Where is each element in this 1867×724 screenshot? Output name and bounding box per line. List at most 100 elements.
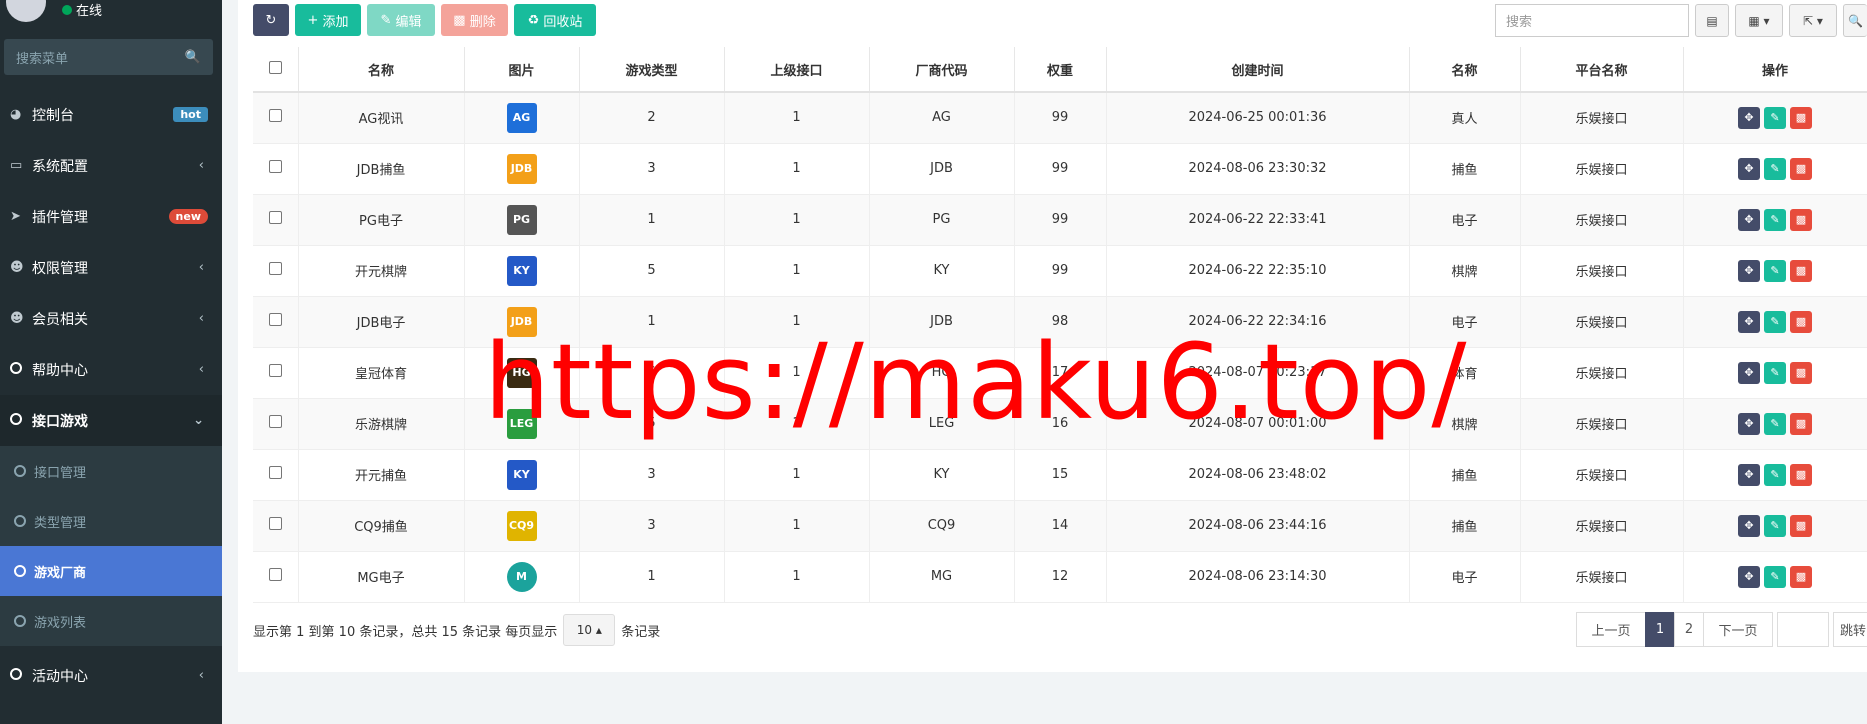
table-row[interactable]: 开元捕鱼 KY 3 1 KY 15 2024-08-06 23:48:02 捕鱼 乐娱接口 ✥ ✎ ▩ [253,449,1867,501]
sidebar-subitem-game-list[interactable]: 游戏列表 [0,596,222,646]
edit-icon[interactable]: ✎ [1764,565,1786,588]
trash-icon[interactable]: ▩ [1790,514,1812,537]
toggle-view-button[interactable]: ▤ [1695,4,1729,37]
trash-icon[interactable]: ▩ [1790,259,1812,282]
edit-icon[interactable]: ✎ [1764,106,1786,129]
add-button[interactable]: + 添加 [295,4,361,36]
trash-icon[interactable]: ▩ [1790,310,1812,333]
row-checkbox[interactable] [268,466,282,479]
edit-icon[interactable]: ✎ [1764,259,1786,282]
trash-icon[interactable]: ▩ [1790,208,1812,231]
prev-page-button[interactable]: 上一页 [1576,612,1646,647]
column-header[interactable]: 游戏类型 [579,47,725,93]
page-jump-input[interactable] [1777,612,1829,647]
move-icon[interactable]: ✥ [1738,310,1760,333]
page-2-button[interactable]: 2 [1674,612,1704,647]
page-jump-button[interactable]: 跳转 [1833,612,1867,647]
sidebar-item-help[interactable]: 帮助中心 ‹ [0,344,222,395]
column-header[interactable]: 创建时间 [1106,47,1410,93]
row-checkbox[interactable] [268,568,282,581]
column-header[interactable]: 名称 [298,47,465,93]
table-row[interactable]: MG电子 M 1 1 MG 12 2024-08-06 23:14:30 电子 乐娱接口 ✥ ✎ ▩ [253,551,1867,603]
vendor-name-cell: 开元棋牌 [298,245,465,297]
sidebar-item-plugins[interactable]: ➤ 插件管理 new [0,191,222,242]
trash-icon[interactable]: ▩ [1790,106,1812,129]
edit-button[interactable]: ✎ 编辑 [367,4,435,36]
trash-icon[interactable]: ▩ [1790,412,1812,435]
vendor-code-cell: CQ9 [869,500,1015,552]
trash-icon: ▩ [453,12,466,28]
edit-icon[interactable]: ✎ [1764,157,1786,180]
move-icon[interactable]: ✥ [1738,157,1760,180]
trash-icon[interactable]: ▩ [1790,565,1812,588]
sidebar-item-api-games[interactable]: 接口游戏 ⌄ [0,395,222,446]
row-checkbox[interactable] [268,262,282,275]
table-row[interactable]: PG电子 PG 1 1 PG 99 2024-06-22 22:33:41 电子 乐娱接口 ✥ ✎ ▩ [253,194,1867,246]
edit-icon[interactable]: ✎ [1764,514,1786,537]
vendor-code-cell: KY [869,245,1015,297]
move-icon[interactable]: ✥ [1738,208,1760,231]
move-icon[interactable]: ✥ [1738,361,1760,384]
sidebar-item-members[interactable]: ☻ 会员相关 ‹ [0,293,222,344]
actions-cell: ✥ ✎ ▩ [1683,245,1867,297]
edit-icon[interactable]: ✎ [1764,463,1786,486]
edit-icon[interactable]: ✎ [1764,361,1786,384]
row-checkbox[interactable] [268,415,282,428]
edit-icon[interactable]: ✎ [1764,208,1786,231]
sidebar-item-permissions[interactable]: ☻ 权限管理 ‹ [0,242,222,293]
page-1-button[interactable]: 1 [1645,612,1675,647]
row-checkbox-cell [253,398,299,450]
refresh-button[interactable]: ↻ [253,4,289,36]
circle-icon [10,361,32,378]
row-checkbox[interactable] [268,313,282,326]
sidebar-search-input[interactable]: 搜索菜单 🔍 [4,39,213,75]
sidebar-subitem-vendors[interactable]: 游戏厂商 [0,546,222,596]
columns-button[interactable]: ▦ ▾ [1735,4,1783,37]
edit-icon[interactable]: ✎ [1764,310,1786,333]
table-row[interactable]: CQ9捕鱼 CQ9 3 1 CQ9 14 2024-08-06 23:44:16 捕鱼 乐娱接口… [253,500,1867,552]
sidebar-item-activities[interactable]: 活动中心 ‹ [0,650,222,701]
rocket-icon: ➤ [10,209,21,224]
dashboard-icon: ◕ [10,107,22,122]
trash-icon[interactable]: ▩ [1790,157,1812,180]
delete-button[interactable]: ▩ 删除 [441,4,508,36]
row-checkbox[interactable] [268,364,282,377]
vendor-name-cell: 皇冠体育 [298,347,465,399]
sidebar-subitem-type-manage[interactable]: 类型管理 [0,496,222,546]
column-header[interactable]: 上级接口 [724,47,870,93]
table-row[interactable]: 开元棋牌 KY 5 1 KY 99 2024-06-22 22:35:10 棋牌 乐娱接口 ✥ ✎ ▩ [253,245,1867,297]
move-icon[interactable]: ✥ [1738,514,1760,537]
table-row[interactable]: AG视讯 AG 2 1 AG 99 2024-06-25 00:01:36 真人 乐娱接口 ✥ ✎ ▩ [253,92,1867,144]
page-size-select[interactable]: 10 ▴ [563,614,616,646]
move-icon[interactable]: ✥ [1738,259,1760,282]
select-all-checkbox[interactable] [268,60,282,74]
avatar[interactable] [6,0,46,22]
row-checkbox[interactable] [268,517,282,530]
sidebar-item-dashboard[interactable]: ◕ 控制台 hot [0,89,222,140]
trash-icon[interactable]: ▩ [1790,463,1812,486]
sidebar-subitem-api-manage[interactable]: 接口管理 [0,446,222,496]
move-icon[interactable]: ✥ [1738,412,1760,435]
table-row[interactable]: JDB捕鱼 JDB 3 1 JDB 99 2024-08-06 23:30:32 捕鱼 乐娱接口… [253,143,1867,195]
move-icon[interactable]: ✥ [1738,565,1760,588]
next-page-button[interactable]: 下一页 [1703,612,1773,647]
move-icon[interactable]: ✥ [1738,106,1760,129]
column-header[interactable]: 权重 [1014,47,1107,93]
row-checkbox[interactable] [268,160,282,173]
sidebar: 在线 搜索菜单 🔍 ◕ 控制台 hot ▭ 系统配置 ‹ ➤ 插件管理 new … [0,0,222,724]
column-header[interactable]: 平台名称 [1520,47,1684,93]
platform-cell: 乐娱接口 [1520,194,1684,246]
column-header[interactable]: 厂商代码 [869,47,1015,93]
search-toggle-button[interactable]: 🔍 [1843,4,1867,37]
row-checkbox[interactable] [268,109,282,123]
row-checkbox[interactable] [268,211,282,224]
sidebar-item-system-config[interactable]: ▭ 系统配置 ‹ [0,140,222,191]
recycle-bin-button[interactable]: ♻ 回收站 [514,4,596,36]
trash-icon[interactable]: ▩ [1790,361,1812,384]
table-search-input[interactable]: 搜索 [1495,4,1689,37]
edit-icon[interactable]: ✎ [1764,412,1786,435]
column-header[interactable]: 名称 [1409,47,1521,93]
export-button[interactable]: ⇱ ▾ [1789,4,1837,37]
search-icon[interactable]: 🔍 [185,50,201,65]
move-icon[interactable]: ✥ [1738,463,1760,486]
